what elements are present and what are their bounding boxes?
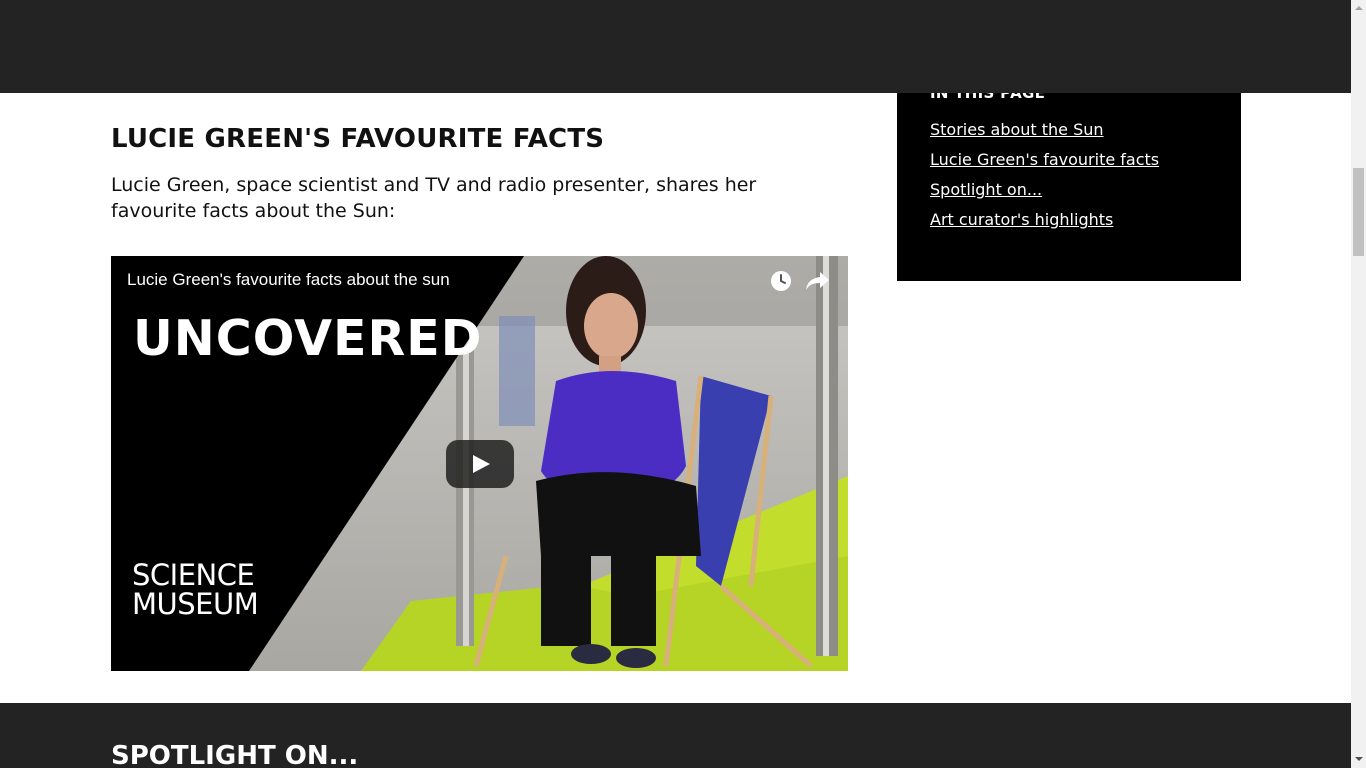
spotlight-heading: SPOTLIGHT ON...: [111, 741, 359, 771]
site-header-bar: [0, 0, 1351, 93]
scrollbar-thumb[interactable]: [1353, 168, 1364, 256]
play-button[interactable]: [446, 440, 514, 488]
toc-item: Spotlight on...: [930, 180, 1159, 210]
play-icon: [446, 440, 514, 488]
section-heading: LUCIE GREEN'S FAVOURITE FACTS: [111, 124, 605, 154]
toc-item: Lucie Green's favourite facts: [930, 150, 1159, 180]
scroll-down-arrow-icon[interactable]: [1351, 751, 1366, 768]
scroll-up-arrow-icon[interactable]: [1351, 0, 1366, 17]
toc-link-favourite-facts[interactable]: Lucie Green's favourite facts: [930, 150, 1159, 169]
video-title[interactable]: Lucie Green's favourite facts about the …: [127, 270, 450, 290]
toc-list: Stories about the Sun Lucie Green's favo…: [930, 120, 1159, 240]
section-intro: Lucie Green, space scientist and TV and …: [111, 174, 757, 222]
science-museum-logo: SCIENCE MUSEUM: [132, 558, 259, 621]
clock-icon[interactable]: [769, 269, 793, 293]
share-arrow-icon[interactable]: [805, 269, 831, 293]
spotlight-section: SPOTLIGHT ON...: [0, 703, 1351, 771]
toc-link-spotlight[interactable]: Spotlight on...: [930, 180, 1042, 199]
vertical-scrollbar[interactable]: [1351, 0, 1366, 768]
toc-link-stories[interactable]: Stories about the Sun: [930, 120, 1104, 139]
toc-item: Stories about the Sun: [930, 120, 1159, 150]
video-player[interactable]: Lucie Green's favourite facts about the …: [111, 256, 848, 671]
logo-line-2: MUSEUM: [132, 587, 259, 621]
logo-line-1: SCIENCE: [132, 558, 255, 592]
toc-link-curator-highlights[interactable]: Art curator's highlights: [930, 210, 1113, 229]
toc-item: Art curator's highlights: [930, 210, 1159, 240]
thumbnail-headline: UNCOVERED: [133, 310, 483, 367]
